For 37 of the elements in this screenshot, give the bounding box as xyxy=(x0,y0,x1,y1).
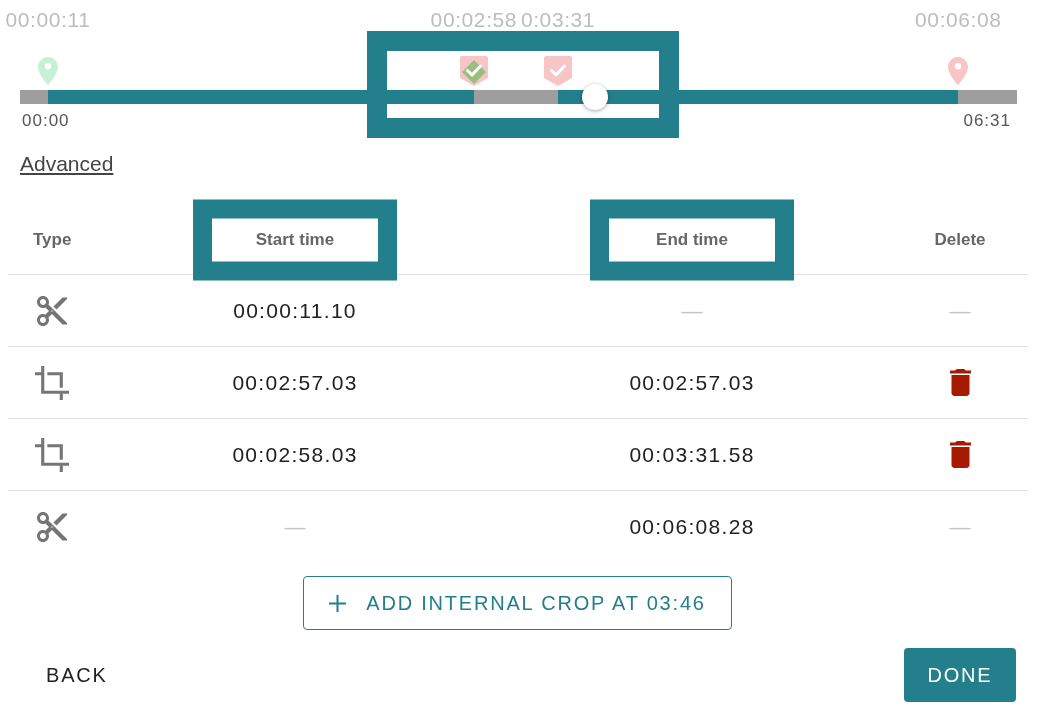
duration-label: 06:31 xyxy=(963,111,1011,131)
plus-icon xyxy=(329,594,347,612)
scissors-icon xyxy=(37,295,67,326)
empty-dash: — xyxy=(949,298,971,323)
empty-dash: — xyxy=(681,298,703,323)
column-header: Type xyxy=(33,229,72,249)
marker-time-label: 00:00:11 xyxy=(5,8,91,32)
delete-button[interactable] xyxy=(949,441,971,468)
start-time-label: 00:00 xyxy=(22,111,70,131)
end-time-cell: 00:06:08.28 xyxy=(629,515,755,539)
marker-time-label: 00:06:08 xyxy=(915,8,1002,32)
start-time-cell: 00:02:57.03 xyxy=(232,370,358,395)
trash-icon xyxy=(949,369,971,396)
done-button[interactable]: DONE xyxy=(904,648,1016,702)
timeline-track[interactable] xyxy=(20,90,1017,104)
add-crop-button[interactable]: ADD INTERNAL CROP AT 03:46 xyxy=(303,576,732,630)
advanced-link[interactable]: Advanced xyxy=(20,152,114,176)
end-time-cell: 00:02:57.03 xyxy=(629,370,755,395)
delete-button[interactable] xyxy=(949,369,971,396)
empty-dash: — xyxy=(284,515,306,539)
end-time-cell: 00:03:31.58 xyxy=(629,442,755,467)
marker-time-label: 0:03:31 xyxy=(520,8,596,32)
column-header: End time xyxy=(656,229,728,249)
crop-icon xyxy=(35,437,69,472)
column-header: Delete xyxy=(934,229,986,249)
check-flag-icon[interactable] xyxy=(457,55,490,87)
crop-icon xyxy=(35,365,69,400)
scissors-icon xyxy=(37,512,67,542)
column-header: Start time xyxy=(255,229,335,249)
start-time-cell: 00:02:58.03 xyxy=(232,442,358,467)
check-flag-icon[interactable] xyxy=(542,55,574,87)
trash-icon xyxy=(949,441,971,468)
back-button[interactable]: BACK xyxy=(30,648,124,702)
slider-thumb[interactable] xyxy=(582,84,609,110)
start-time-cell: 00:00:11.10 xyxy=(233,298,357,323)
marker-time-label: 00:02:58 xyxy=(430,8,518,32)
empty-dash: — xyxy=(949,515,971,539)
